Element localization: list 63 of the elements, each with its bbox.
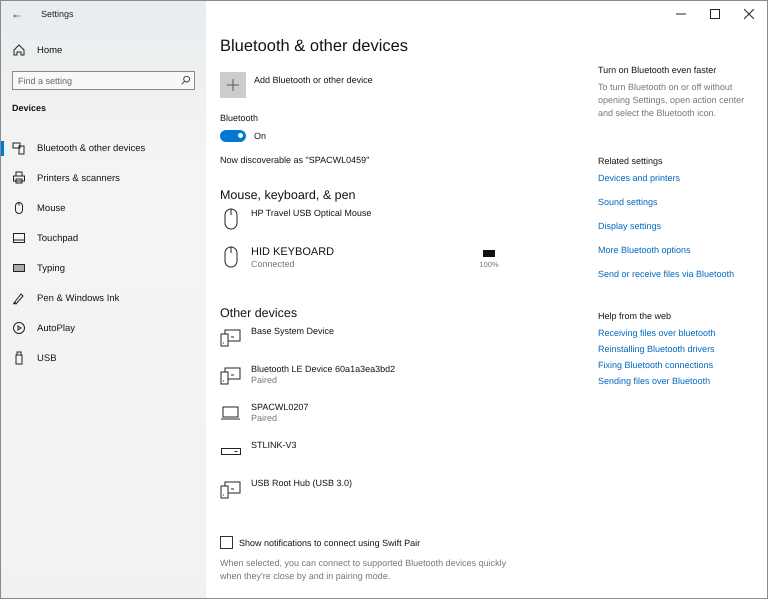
nav-item[interactable]: USB	[1, 343, 206, 373]
tip-title: Turn on Bluetooth even faster	[598, 65, 718, 75]
minimize-icon[interactable]	[676, 13, 686, 15]
link[interactable]: Sound settings	[598, 197, 758, 208]
link[interactable]: Fixing Bluetooth connections	[598, 360, 758, 370]
section-heading: Related settings	[598, 156, 664, 166]
search-icon	[180, 75, 190, 85]
device-name[interactable]: Base System Device	[251, 326, 590, 336]
section-heading: Help from the web	[598, 311, 672, 322]
device-name[interactable]: Bluetooth LE Device 60a1a3ea3bd2	[251, 364, 590, 374]
keyboard-icon	[12, 261, 26, 275]
device-name[interactable]: HP Travel USB Optical Mouse	[251, 208, 590, 218]
nav-item[interactable]: Mouse	[1, 193, 206, 223]
device-name[interactable]: SPACWL0207	[251, 402, 590, 412]
nav-item[interactable]: Printers & scanners	[1, 163, 206, 193]
bluetooth-label: Bluetooth	[220, 112, 260, 124]
device-status: Paired	[251, 412, 278, 425]
nav-item[interactable]: Pen & Windows Ink	[1, 283, 206, 313]
device-status: Paired	[251, 374, 278, 387]
nav-item[interactable]: Bluetooth & other devices	[1, 133, 206, 163]
home-nav-item[interactable]: Home	[1, 35, 206, 65]
device-name[interactable]: HID KEYBOARD	[251, 246, 465, 258]
hint-text: When selected, you can connect to supported Bluetooth devices quickly when they're close by and in pairing mode.	[220, 557, 508, 583]
nav-item[interactable]: Typing	[1, 253, 206, 283]
link[interactable]: Devices and printers	[598, 173, 758, 184]
nav-item[interactable]: Touchpad	[1, 223, 206, 253]
page-title: Bluetooth & other devices	[220, 37, 410, 56]
touchpad-icon	[12, 231, 26, 245]
add-device-label[interactable]: Add Bluetooth or other device	[254, 74, 373, 86]
maximize-icon[interactable]	[710, 9, 720, 19]
search-field[interactable]: Find a setting	[12, 71, 195, 90]
link[interactable]: Sending files over Bluetooth	[598, 376, 758, 386]
plus-icon	[227, 79, 239, 91]
close-icon[interactable]	[744, 9, 754, 19]
device-name[interactable]: STLINK-V3	[251, 440, 590, 450]
autoplay-icon	[12, 321, 26, 335]
pen-icon	[12, 291, 26, 305]
link[interactable]: Receiving files over bluetooth	[598, 328, 758, 338]
discoverable-text: Now discoverable as "SPACWL0459"	[220, 154, 370, 166]
device-status: Connected	[251, 258, 296, 271]
window-title: Settings	[41, 9, 74, 19]
nav-item[interactable]: AutoPlay	[1, 313, 206, 343]
section-heading: Devices	[11, 102, 48, 115]
checkbox[interactable]	[220, 536, 233, 550]
link[interactable]: More Bluetooth options	[598, 245, 758, 256]
printer-icon	[12, 171, 26, 185]
link[interactable]: Send or receive files via Bluetooth	[598, 269, 758, 280]
mouse-icon	[12, 201, 26, 215]
back-button[interactable]: ←	[11, 7, 23, 21]
device-name[interactable]: USB Root Hub (USB 3.0)	[251, 478, 590, 488]
dongle-icon	[221, 448, 241, 455]
bluetooth-toggle[interactable]	[220, 130, 246, 142]
add-device-button[interactable]	[220, 72, 246, 98]
devices-icon	[12, 141, 26, 155]
link[interactable]: Reinstalling Bluetooth drivers	[598, 344, 758, 354]
toggle-state: On	[254, 130, 266, 142]
battery-icon	[483, 250, 495, 258]
home-icon	[12, 43, 26, 57]
checkbox-label: Show notifications to connect using Swift Pair	[239, 536, 420, 549]
tip-text: To turn Bluetooth on or off without opening Settings, open action center and select the Bluetooth icon.	[598, 81, 746, 120]
section-heading: Other devices	[220, 306, 298, 320]
section-heading: Mouse, keyboard, & pen	[220, 188, 356, 202]
link[interactable]: Display settings	[598, 221, 758, 232]
